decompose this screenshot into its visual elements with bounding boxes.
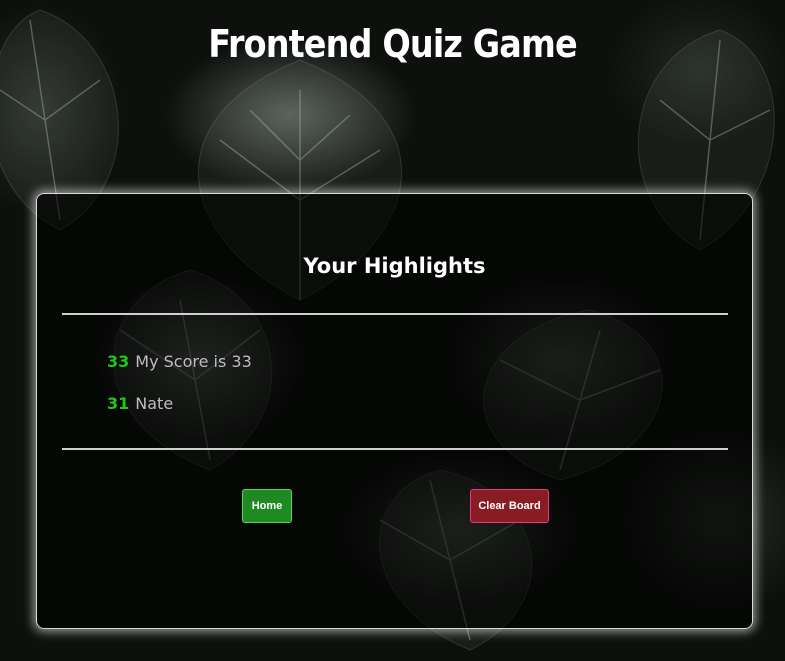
page-title: Frontend Quiz Game xyxy=(208,22,577,66)
bottom-divider xyxy=(62,448,728,450)
score-list-item: 33 My Score is 33 xyxy=(107,352,252,394)
clear-board-button[interactable]: Clear Board xyxy=(470,489,549,523)
highlights-card: Your Highlights 33 My Score is 33 31 Nate … xyxy=(36,193,753,629)
score-name: Nate xyxy=(135,394,174,413)
score-name: My Score is 33 xyxy=(135,352,252,371)
top-divider xyxy=(62,313,728,315)
score-value: 33 xyxy=(107,352,130,371)
highlights-heading: Your Highlights xyxy=(303,254,486,278)
score-list: 33 My Score is 33 31 Nate xyxy=(107,352,252,436)
score-value: 31 xyxy=(107,394,130,413)
home-button[interactable]: Home xyxy=(242,489,292,523)
score-list-item: 31 Nate xyxy=(107,394,252,436)
